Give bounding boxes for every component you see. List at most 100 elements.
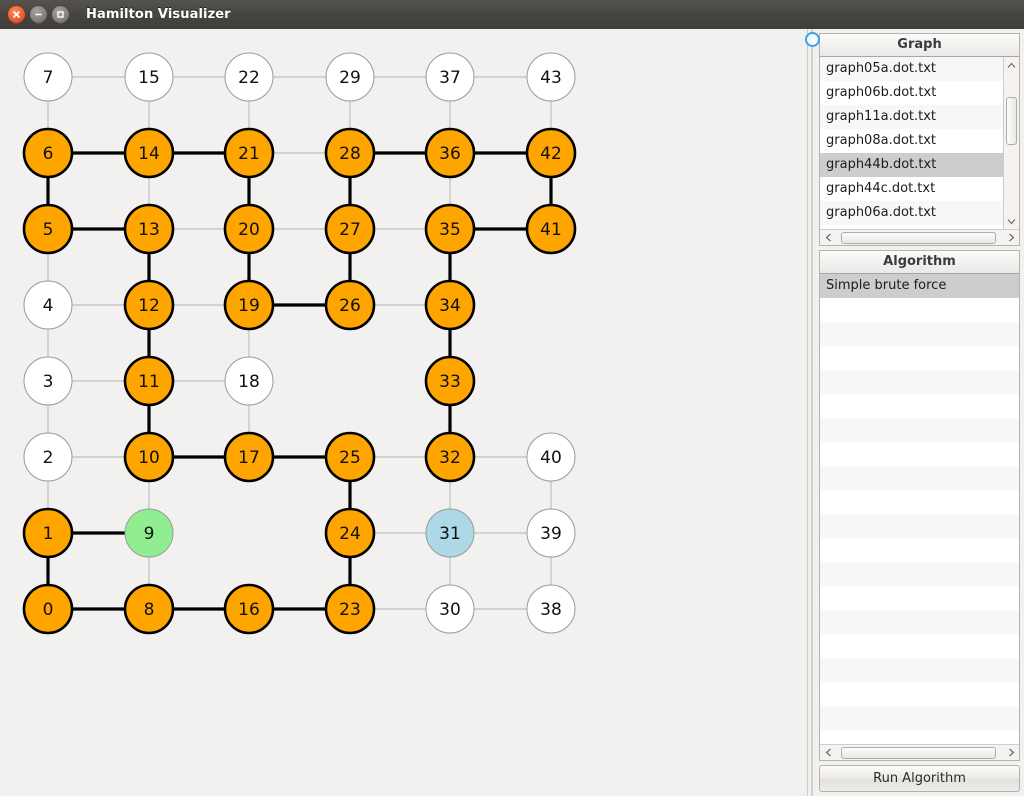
algorithm-list-empty-row[interactable] [820,610,1019,634]
graph-node[interactable]: 34 [424,279,476,331]
graph-list-box[interactable]: graph05a.dot.txt graph06b.dot.txt graph11a… [819,57,1020,246]
graph-node[interactable]: 24 [324,507,376,559]
scroll-left-icon[interactable] [820,230,836,246]
algorithm-list-empty-row[interactable] [820,586,1019,610]
graph-node[interactable]: 38 [526,584,576,634]
graph-node[interactable]: 42 [525,127,577,179]
algorithm-list-empty-row[interactable] [820,298,1019,322]
window-maximize-button[interactable] [51,5,70,24]
window-minimize-button[interactable] [29,5,48,24]
graph-node[interactable]: 23 [324,583,376,635]
graph-node[interactable]: 5 [22,203,74,255]
algorithm-list-item[interactable]: Simple brute force [820,274,1019,298]
hscroll-thumb[interactable] [841,231,996,244]
graph-node[interactable]: 40 [526,432,576,482]
node-label: 7 [43,68,54,88]
graph-node[interactable]: 6 [22,127,74,179]
algorithm-list-horizontal-scrollbar[interactable] [820,744,1019,760]
graph-node[interactable]: 22 [224,52,274,102]
algorithm-list-empty-row[interactable] [820,514,1019,538]
graph-node[interactable]: 25 [324,431,376,483]
graph-node[interactable]: 20 [223,203,275,255]
graph-node[interactable]: 39 [526,508,576,558]
algorithm-list-empty-row[interactable] [820,370,1019,394]
scroll-left-icon[interactable] [820,745,836,761]
algorithm-list-empty-row[interactable] [820,442,1019,466]
graph-node[interactable]: 30 [425,584,475,634]
graph-list-horizontal-scrollbar[interactable] [820,229,1019,245]
run-algorithm-button[interactable]: Run Algorithm [819,765,1020,792]
graph-list-item[interactable]: graph44c.dot.txt [820,177,1003,201]
graph-node[interactable]: 4 [23,280,73,330]
graph-node[interactable]: 35 [424,203,476,255]
graph-node[interactable]: 29 [325,52,375,102]
graph-node[interactable]: 8 [123,583,175,635]
graph-node[interactable]: 3 [23,356,73,406]
algorithm-list-box[interactable]: Simple brute force [819,274,1020,761]
algorithm-list-empty-row[interactable] [820,322,1019,346]
graph-node[interactable]: 13 [123,203,175,255]
node-label: 33 [439,372,461,392]
graph-node[interactable]: 1 [22,507,74,559]
algorithm-list-empty-row[interactable] [820,562,1019,586]
graph-node[interactable]: 12 [123,279,175,331]
graph-node[interactable]: 21 [223,127,275,179]
graph-node[interactable]: 17 [223,431,275,483]
algorithm-list-empty-row[interactable] [820,490,1019,514]
graph-node[interactable]: 2 [23,432,73,482]
scroll-down-icon[interactable] [1004,213,1020,229]
graph-list-rows[interactable]: graph05a.dot.txt graph06b.dot.txt graph11a… [820,57,1003,229]
scroll-up-icon[interactable] [1004,57,1020,73]
scrollbar-thumb[interactable] [1006,97,1017,145]
graph-canvas[interactable]: 7 6 5 4 3 2 1 0 15 14 13 12 11 10 9 8 22 21 20 19 18 17 16 29 28… [0,29,808,796]
algorithm-list-rows[interactable]: Simple brute force [820,274,1019,744]
split-pane-divider[interactable] [805,29,820,796]
window-close-button[interactable] [7,5,26,24]
divider-handle-icon[interactable] [805,32,820,47]
node-label: 26 [339,296,361,316]
graph-drawing: 7654321015141312111098222120191817162928… [22,52,577,635]
graph-node[interactable]: 18 [224,356,274,406]
graph-node[interactable]: 11 [123,355,175,407]
hscroll-track[interactable] [837,231,1002,245]
algorithm-list-empty-row[interactable] [820,730,1019,744]
algorithm-list-empty-row[interactable] [820,538,1019,562]
algorithm-list-empty-row[interactable] [820,418,1019,442]
graph-node[interactable]: 32 [424,431,476,483]
hscroll-thumb[interactable] [841,746,996,759]
scroll-right-icon[interactable] [1003,745,1019,761]
graph-list-item[interactable]: graph11a.dot.txt [820,105,1003,129]
graph-node[interactable]: 14 [123,127,175,179]
graph-list-vertical-scrollbar[interactable] [1003,57,1019,229]
algorithm-list-empty-row[interactable] [820,682,1019,706]
graph-node[interactable]: 27 [324,203,376,255]
graph-node[interactable]: 0 [22,583,74,635]
hscroll-track[interactable] [837,746,1002,760]
graph-list-item[interactable]: graph06b.dot.txt [820,81,1003,105]
scroll-right-icon[interactable] [1003,230,1019,246]
algorithm-list-empty-row[interactable] [820,706,1019,730]
graph-list-item[interactable]: graph08a.dot.txt [820,129,1003,153]
algorithm-list-empty-row[interactable] [820,466,1019,490]
graph-node[interactable]: 10 [123,431,175,483]
algorithm-list-empty-row[interactable] [820,346,1019,370]
graph-node[interactable]: 41 [525,203,577,255]
graph-node[interactable]: 7 [23,52,73,102]
algorithm-list-empty-row[interactable] [820,658,1019,682]
graph-list-item[interactable]: graph44b.dot.txt [820,153,1003,177]
graph-list-item[interactable]: graph05a.dot.txt [820,57,1003,81]
graph-node[interactable]: 9 [124,508,174,558]
graph-node[interactable]: 43 [526,52,576,102]
graph-node[interactable]: 28 [324,127,376,179]
graph-node[interactable]: 15 [124,52,174,102]
graph-node[interactable]: 16 [223,583,275,635]
graph-list-item[interactable]: graph06a.dot.txt [820,201,1003,225]
graph-node[interactable]: 19 [223,279,275,331]
algorithm-list-empty-row[interactable] [820,394,1019,418]
graph-node[interactable]: 33 [424,355,476,407]
graph-node[interactable]: 26 [324,279,376,331]
graph-node[interactable]: 36 [424,127,476,179]
algorithm-list-empty-row[interactable] [820,634,1019,658]
graph-node[interactable]: 31 [425,508,475,558]
graph-node[interactable]: 37 [425,52,475,102]
